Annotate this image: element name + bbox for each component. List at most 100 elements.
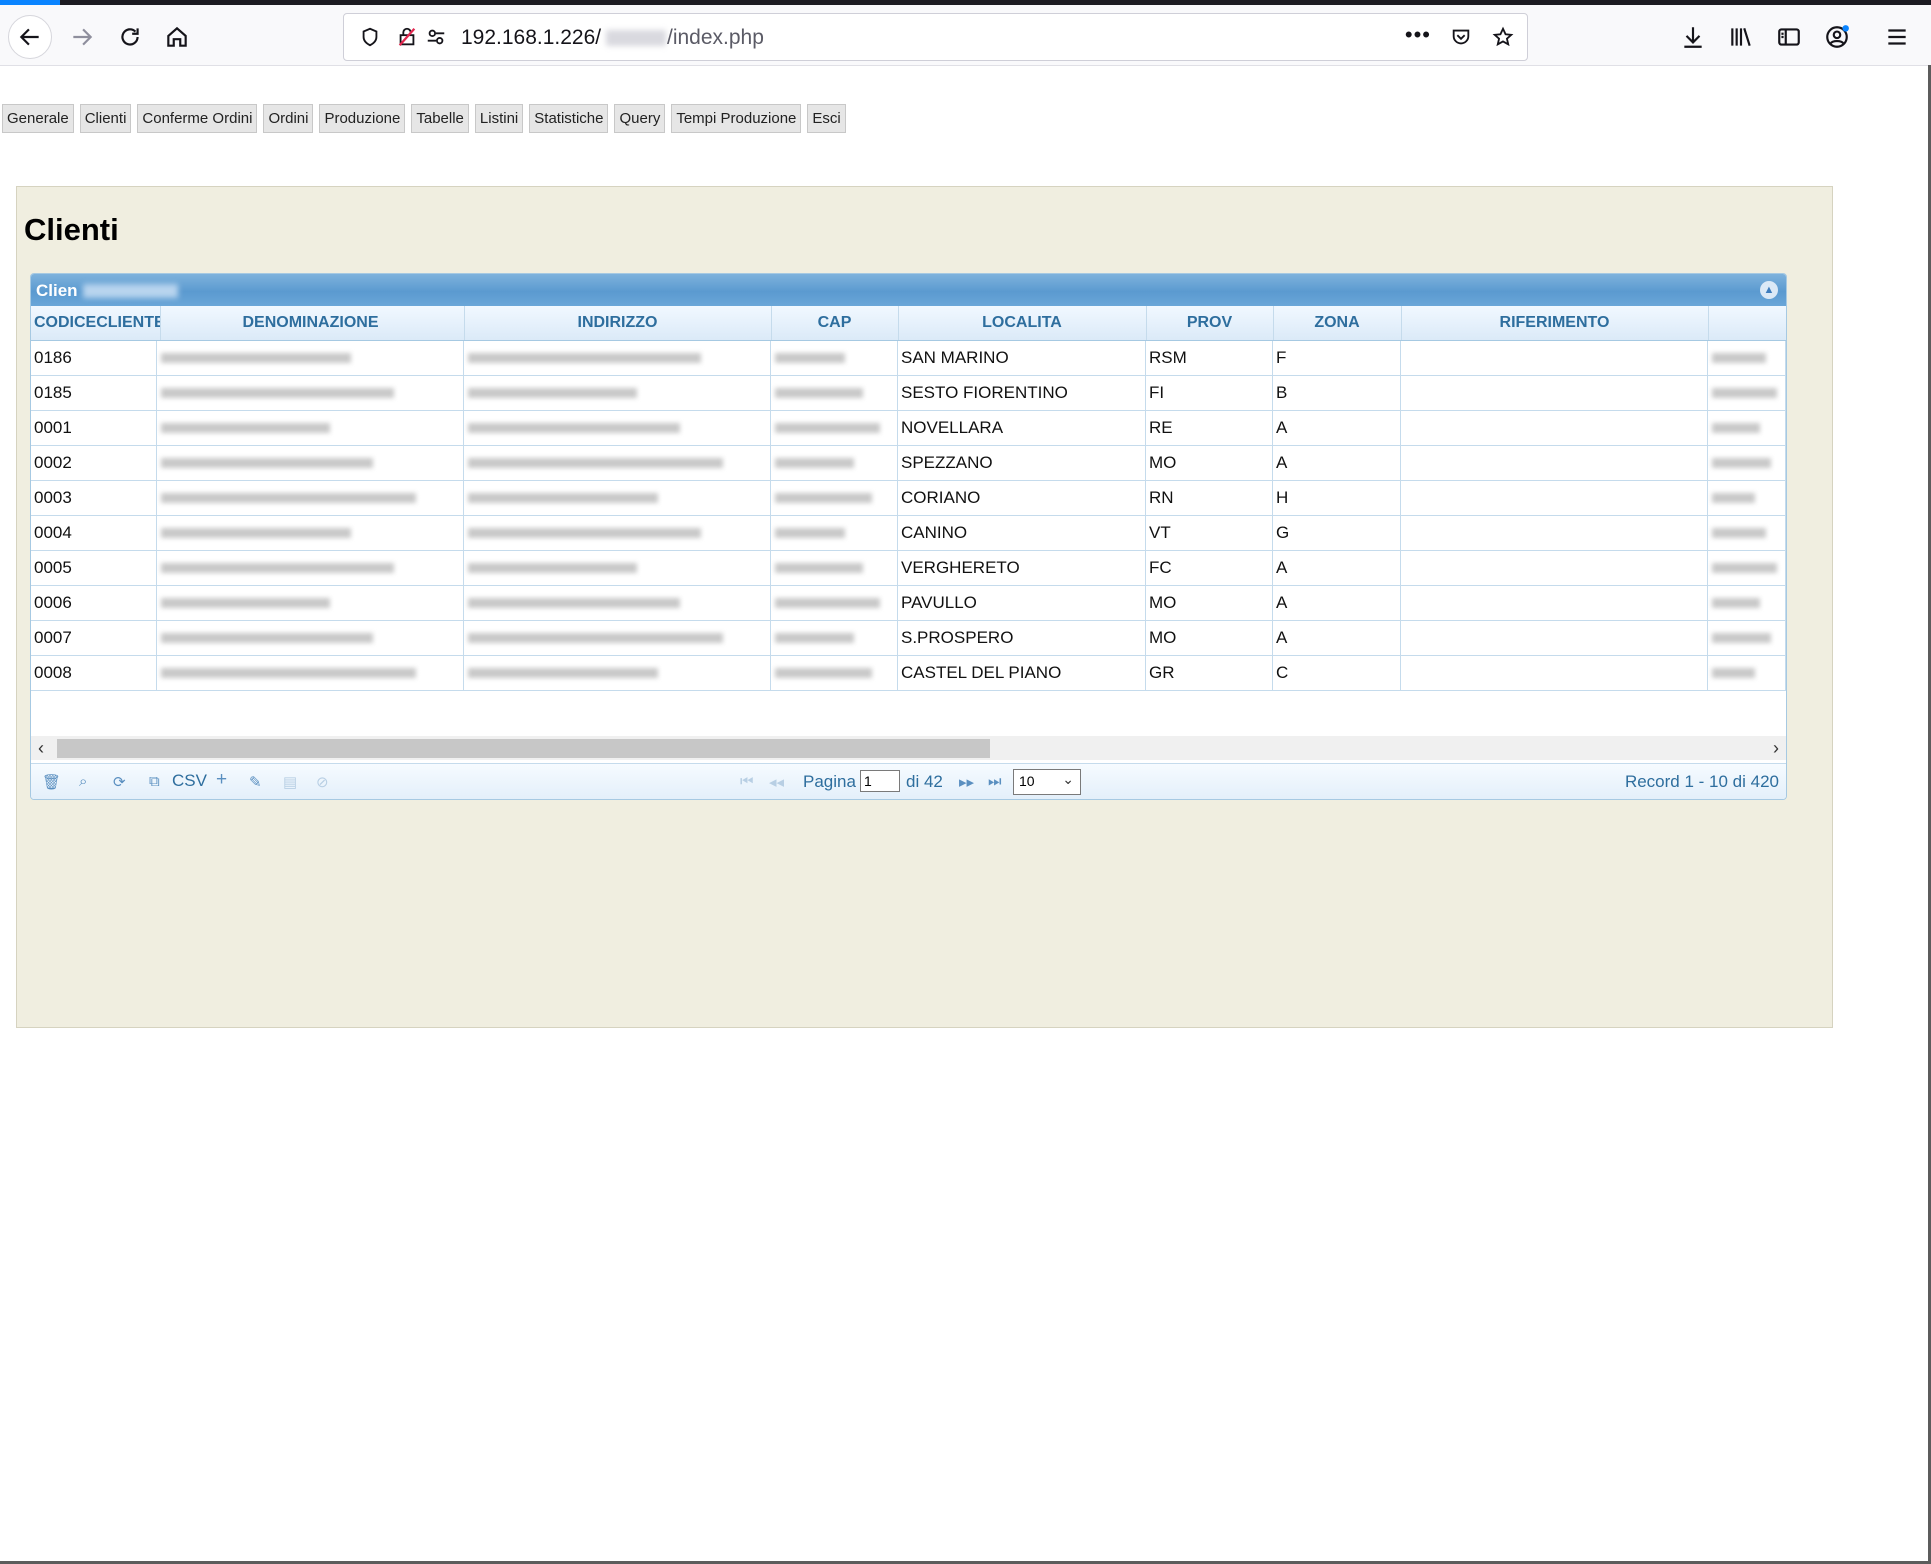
page-actions-icon[interactable]: ••• <box>1405 22 1431 48</box>
prov-cell: MO <box>1146 586 1273 620</box>
denominazione-cell <box>157 446 464 480</box>
zona-cell: A <box>1273 411 1401 445</box>
rows-per-page-select[interactable]: 10 ⌄ <box>1013 769 1081 795</box>
denominazione-cell <box>157 656 464 690</box>
redacted-value <box>161 388 394 398</box>
back-button[interactable] <box>8 15 52 59</box>
col-denominazione[interactable]: DENOMINAZIONE <box>157 306 465 340</box>
cod-cell: 0008 <box>31 656 157 690</box>
riferimento-cell <box>1401 551 1708 585</box>
reload-icon <box>121 28 139 46</box>
account-button[interactable] <box>1817 17 1857 57</box>
url-host: 192.168.1.226/ <box>461 26 602 49</box>
redacted-value <box>468 388 637 398</box>
menu-ordini[interactable]: Ordini <box>263 104 314 133</box>
telefono-cell <box>1708 656 1786 690</box>
table-row[interactable]: 0004 CANINO VT G <box>31 516 1786 551</box>
indirizzo-cell <box>464 656 771 690</box>
prov-cell: RE <box>1146 411 1273 445</box>
redacted-value <box>1712 563 1777 573</box>
save-icon[interactable]: ▤ <box>283 773 297 791</box>
caption-redacted <box>83 284 178 298</box>
table-row[interactable]: 0186 SAN MARINO RSM F <box>31 341 1786 376</box>
prev-page-icon[interactable]: ◂◂ <box>769 773 784 791</box>
col-riferimento[interactable]: RIFERIMENTO <box>1401 306 1709 340</box>
url-bar[interactable]: 192.168.1.226/ /index.php ••• <box>343 13 1528 61</box>
redacted-value <box>161 423 330 433</box>
redacted-value <box>1712 668 1755 678</box>
indirizzo-cell <box>464 586 771 620</box>
reload-button[interactable] <box>110 17 150 57</box>
downloads-button[interactable] <box>1673 17 1713 57</box>
col-indirizzo[interactable]: INDIRIZZO <box>464 306 772 340</box>
table-row[interactable]: 0003 CORIANO RN H <box>31 481 1786 516</box>
insecure-lock-icon[interactable] <box>395 25 419 49</box>
delete-icon[interactable]: 🗑 <box>42 773 61 791</box>
menu-conferme-ordini[interactable]: Conferme Ordini <box>137 104 258 133</box>
table-row[interactable]: 0001 NOVELLARA RE A <box>31 411 1786 446</box>
page-number-input[interactable] <box>860 770 900 792</box>
grid-header: CODICECLIENTE DENOMINAZIONE INDIRIZZO CA… <box>31 306 1786 341</box>
table-row[interactable]: 0005 VERGHERETO FC A <box>31 551 1786 586</box>
col-codicecliente[interactable]: CODICECLIENTE <box>31 306 161 340</box>
pocket-icon[interactable] <box>1449 25 1473 49</box>
table-row[interactable]: 0008 CASTEL DEL PIANO GR C <box>31 656 1786 691</box>
menu-listini[interactable]: Listini <box>474 104 524 133</box>
menu-query[interactable]: Query <box>614 104 666 133</box>
col-telefono[interactable] <box>1708 306 1786 340</box>
menu-generale[interactable]: Generale <box>2 104 74 133</box>
table-row[interactable]: 0006 PAVULLO MO A <box>31 586 1786 621</box>
menu-clienti[interactable]: Clienti <box>79 104 132 133</box>
col-cap[interactable]: CAP <box>771 306 899 340</box>
denominazione-cell <box>157 411 464 445</box>
col-prov[interactable]: PROV <box>1146 306 1274 340</box>
export-icon[interactable]: ⧉ <box>149 773 160 790</box>
redacted-value <box>1712 598 1760 608</box>
telefono-cell <box>1708 376 1786 410</box>
table-row[interactable]: 0002 SPEZZANO MO A <box>31 446 1786 481</box>
first-page-icon[interactable]: ⏮ <box>740 773 754 790</box>
collapse-grid-icon[interactable]: ▲ <box>1760 281 1778 299</box>
scrollbar-thumb[interactable] <box>57 739 990 758</box>
library-icon <box>1731 28 1751 46</box>
menu-esci[interactable]: Esci <box>807 104 846 133</box>
menu-produzione[interactable]: Produzione <box>319 104 406 133</box>
col-zona[interactable]: ZONA <box>1273 306 1402 340</box>
telefono-cell <box>1708 411 1786 445</box>
rows-per-page-value: 10 <box>1019 773 1035 789</box>
sidebar-button[interactable] <box>1769 17 1809 57</box>
shield-icon[interactable] <box>358 25 382 49</box>
grid-caption-title: Clien <box>36 281 78 300</box>
menu-tempi-produzione[interactable]: Tempi Produzione <box>671 104 802 133</box>
home-button[interactable] <box>157 17 197 57</box>
scroll-left-icon[interactable]: ‹ <box>38 736 44 760</box>
forward-button[interactable] <box>62 17 102 57</box>
library-button[interactable] <box>1721 17 1761 57</box>
zona-cell: G <box>1273 516 1401 550</box>
refresh-icon[interactable]: ⟳ <box>113 773 126 791</box>
redacted-value <box>468 563 637 573</box>
bookmark-star-icon[interactable] <box>1491 25 1515 49</box>
permissions-icon[interactable] <box>424 25 448 49</box>
search-icon[interactable]: ⌕ <box>79 773 87 790</box>
menu-tabelle[interactable]: Tabelle <box>411 104 469 133</box>
table-row[interactable]: 0007 S.PROSPERO MO A <box>31 621 1786 656</box>
cancel-icon[interactable]: ⊘ <box>316 773 329 791</box>
scroll-right-icon[interactable]: › <box>1773 736 1779 760</box>
next-page-icon[interactable]: ▸▸ <box>959 773 974 791</box>
horizontal-scrollbar[interactable]: ‹ › <box>31 736 1786 760</box>
cap-cell <box>771 446 898 480</box>
app-menu: Generale Clienti Conferme Ordini Ordini … <box>2 104 846 133</box>
table-row[interactable]: 0185 SESTO FIORENTINO FI B <box>31 376 1786 411</box>
add-icon[interactable]: + <box>216 769 227 791</box>
menu-statistiche[interactable]: Statistiche <box>529 104 609 133</box>
redacted-value <box>775 388 863 398</box>
edit-icon[interactable]: ✎ <box>249 773 262 791</box>
redacted-value <box>775 528 845 538</box>
last-page-icon[interactable]: ⏭ <box>988 773 1002 790</box>
col-localita[interactable]: LOCALITA <box>898 306 1147 340</box>
csv-button[interactable]: CSV <box>172 771 207 791</box>
redacted-value <box>161 458 373 468</box>
app-menu-button[interactable] <box>1877 17 1917 57</box>
redacted-value <box>775 423 880 433</box>
